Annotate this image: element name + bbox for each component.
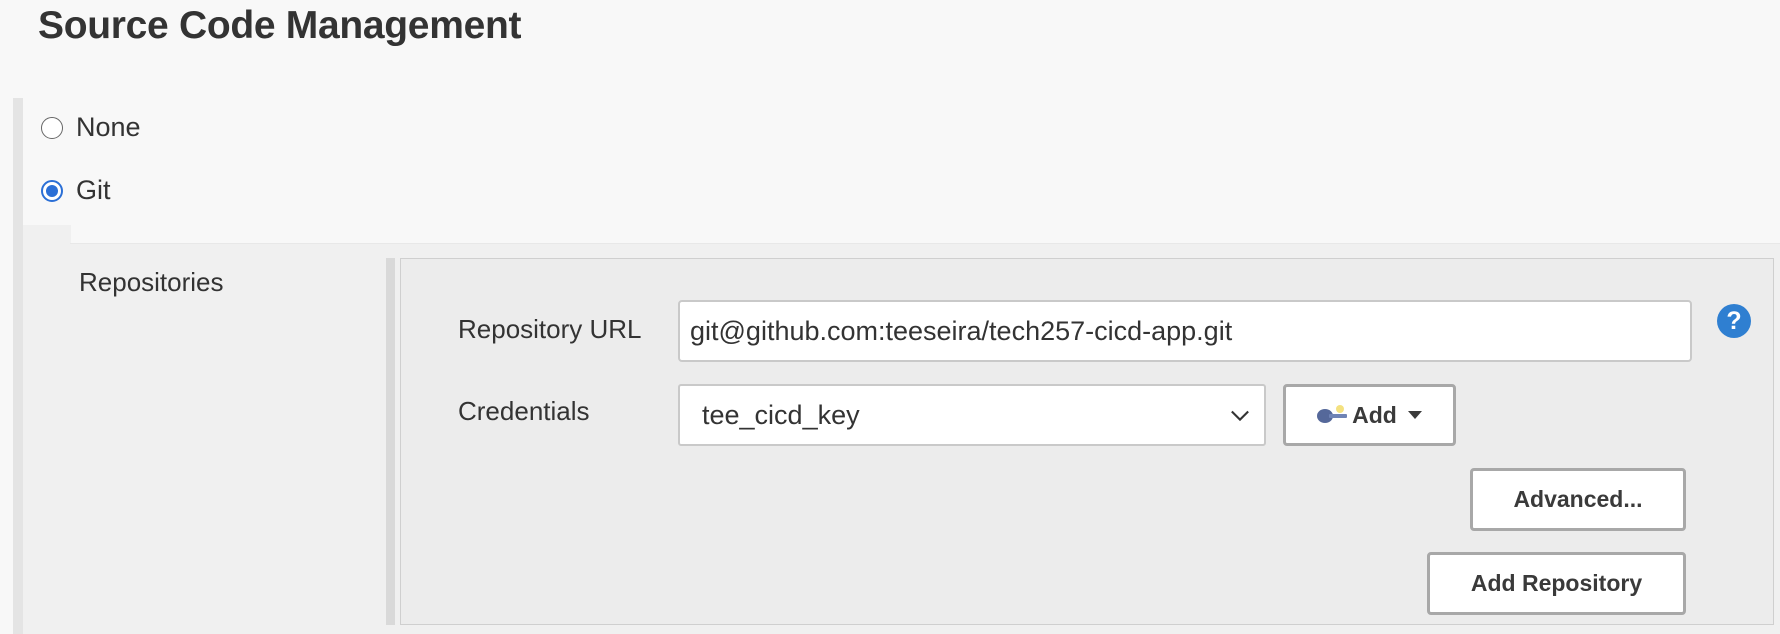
repositories-label: Repositories [79,267,224,297]
section-left-bar [13,98,23,634]
add-credentials-label: Add [1352,401,1397,428]
credentials-select[interactable]: tee_cicd_key [678,384,1266,446]
radio-git[interactable] [41,179,63,202]
key-icon [1317,405,1348,423]
radio-none-label[interactable]: None [76,112,141,143]
add-repository-button[interactable]: Add Repository [1427,552,1686,615]
repositories-left-bar [386,258,395,625]
git-config-block-tab [23,225,71,245]
radio-none[interactable] [41,116,63,139]
advanced-button[interactable]: Advanced... [1470,468,1686,531]
caret-down-icon [1407,411,1422,419]
radio-git-label[interactable]: Git [76,175,111,206]
scm-page: Source Code Management None Git Reposito… [0,0,1780,634]
repository-url-input[interactable] [678,300,1692,362]
section-title: Source Code Management [38,4,522,47]
credentials-label: Credentials [458,396,590,426]
credentials-selected-value: tee_cicd_key [702,399,860,430]
chevron-down-icon [1231,410,1249,422]
git-config-divider [70,243,1780,244]
scm-option-git[interactable]: Git [41,175,111,206]
scm-option-none[interactable]: None [41,112,141,143]
help-icon[interactable]: ? [1717,304,1751,338]
repository-url-label: Repository URL [458,314,642,344]
add-credentials-button[interactable]: Add [1283,384,1456,446]
